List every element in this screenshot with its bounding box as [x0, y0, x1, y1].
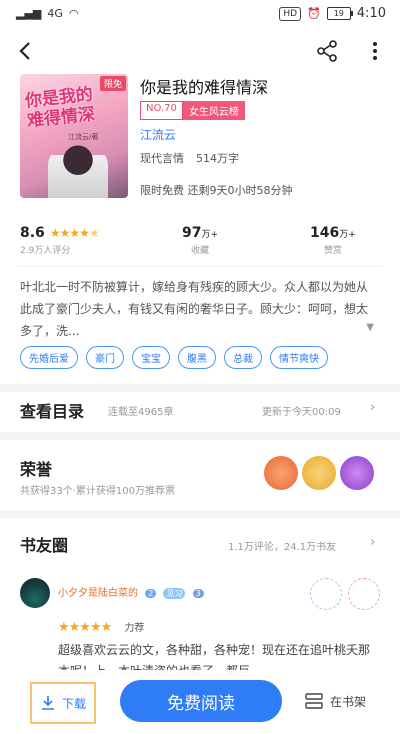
rating-score: 8.6: [20, 225, 45, 241]
top-bar: [0, 28, 400, 74]
tag-item[interactable]: 宝宝: [132, 346, 170, 369]
rating-count: 2.9万人评分: [20, 246, 71, 256]
rank-list-name: 女生风云榜: [182, 101, 245, 120]
section-gap: [0, 384, 400, 392]
rating-block[interactable]: 8.6 ★★★★★ 2.9万人评分: [20, 222, 100, 256]
section-gap: [0, 432, 400, 440]
tag-item[interactable]: 豪门: [86, 346, 124, 369]
back-button[interactable]: [10, 36, 40, 66]
honor-badge-icon: [340, 456, 374, 490]
rating-stars: ★★★★★: [49, 226, 100, 240]
post-stars: ★★★★★: [58, 620, 112, 635]
rank-badge[interactable]: NO.70 女生风云榜: [140, 101, 245, 120]
circle-title: 书友圈: [20, 536, 69, 555]
catalog-update: 更新于今天00:09: [262, 407, 341, 418]
likes-block: 146万+ 赞赏: [310, 225, 356, 256]
stamp-icon: [310, 578, 342, 610]
user-title-badge: 见习: [163, 588, 186, 599]
battery-icon: 19: [326, 7, 353, 20]
word-count: 514万字: [196, 152, 239, 165]
post-username[interactable]: 小夕夕是陆白菜的 2 见习 3: [58, 584, 204, 599]
stats-row: 8.6 ★★★★★ 2.9万人评分 97万+ 收藏 146万+ 赞赏: [0, 222, 400, 262]
download-button[interactable]: 下载: [30, 682, 96, 724]
post-stamps: [310, 578, 380, 610]
avatar[interactable]: [20, 578, 50, 608]
download-label: 下载: [61, 696, 86, 711]
rank-number: NO.70: [140, 101, 183, 120]
free-countdown: 限时免费 还剩9天0小时58分钟: [140, 184, 293, 197]
book-meta: 现代言情 514万字: [140, 150, 239, 166]
honor-title: 荣誉: [20, 460, 53, 479]
favorites-count: 97: [182, 225, 202, 241]
book-cover[interactable]: 限免 你是我的 难得情深 江流云/著: [20, 74, 128, 198]
honor-summary: 共获得33个·累计获得100万推荐票: [20, 486, 175, 497]
honor-badge-icon: [264, 456, 298, 490]
free-read-button[interactable]: 免费阅读: [120, 680, 282, 722]
tag-item[interactable]: 情节爽快: [270, 346, 328, 369]
tag-item[interactable]: 总裁: [224, 346, 262, 369]
user-level-badge: 2: [145, 589, 157, 598]
honor-badge-icon: [302, 456, 336, 490]
author-link[interactable]: 江流云: [140, 126, 176, 143]
chevron-right-icon: ›: [370, 400, 376, 415]
user-rank-badge: 3: [192, 589, 204, 598]
cover-figure: [48, 144, 108, 198]
more-vertical-icon: [373, 42, 377, 60]
likes-count: 146: [310, 225, 340, 241]
wifi-icon: ◠: [68, 7, 79, 20]
on-shelf-button[interactable]: 在书架: [304, 692, 366, 710]
download-icon: [41, 696, 54, 710]
book-description[interactable]: 叶北北一时不防被算计，嫁给身有残疾的顾大少。众人都以为她从此成了豪门少夫人，有钱…: [20, 276, 370, 342]
cover-author: 江流云/著: [68, 133, 99, 141]
bottom-bar: 下载 免费阅读 在书架: [0, 670, 400, 734]
genre-label: 现代言情: [140, 152, 184, 165]
catalog-title: 查看目录: [20, 402, 85, 421]
tag-item[interactable]: 先婚后爱: [20, 346, 78, 369]
likes-label: 赞赏: [323, 246, 342, 256]
clock: 4:10: [356, 6, 386, 21]
catalog-serial: 连载至4965章: [108, 407, 174, 418]
post-rating-text: 力荐: [124, 623, 145, 634]
cover-free-tag: 限免: [99, 76, 126, 91]
chevron-right-icon: ›: [370, 535, 376, 550]
honor-badges: [264, 456, 374, 490]
favorites-label: 收藏: [191, 246, 210, 256]
section-gap: [0, 510, 400, 518]
book-title: 你是我的难得情深: [140, 78, 269, 97]
post-rating: ★★★★★ 力荐: [58, 616, 144, 635]
network-type: 4G: [47, 7, 63, 20]
expand-icon[interactable]: ▼: [366, 322, 374, 333]
stamp-icon: [348, 578, 380, 610]
share-button[interactable]: [312, 36, 342, 66]
hd-badge: HD: [279, 6, 302, 21]
bookshelf-icon: [305, 693, 323, 709]
back-arrow-icon: [19, 42, 30, 60]
alarm-icon: ⏰: [307, 7, 321, 20]
divider: [18, 266, 382, 267]
more-button[interactable]: [360, 36, 390, 66]
shelf-label: 在书架: [330, 694, 367, 709]
signal-icon: ▂▄▆: [16, 7, 42, 20]
status-bar: ▂▄▆ 4G ◠ HD ⏰ 19 4:10: [0, 0, 400, 28]
share-icon: [317, 40, 337, 62]
favorites-block: 97万+ 收藏: [182, 225, 219, 256]
circle-stats: 1.1万评论，24.1万书友: [228, 542, 337, 553]
cover-title: 你是我的 难得情深: [24, 84, 96, 132]
tag-list: 先婚后爱 豪门 宝宝 腹黑 总裁 情节爽快: [20, 346, 328, 369]
tag-item[interactable]: 腹黑: [178, 346, 216, 369]
